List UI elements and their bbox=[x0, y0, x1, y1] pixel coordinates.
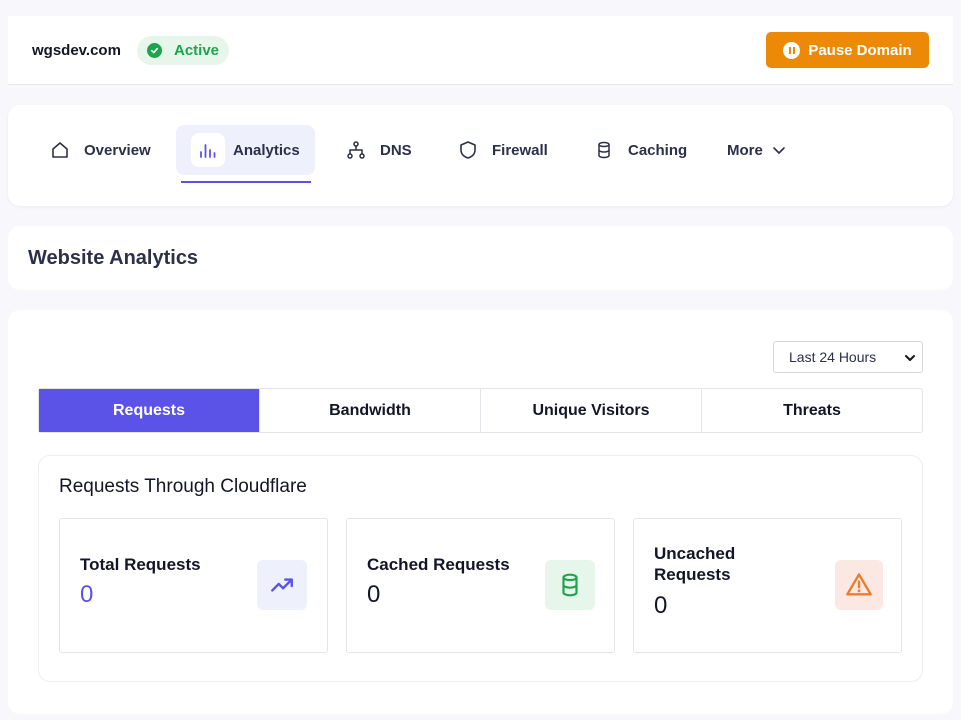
cached-requests-label: Cached Requests bbox=[367, 555, 510, 574]
page-title-card: Website Analytics bbox=[8, 226, 953, 290]
cached-requests-card: Cached Requests 0 bbox=[346, 518, 615, 653]
bar-chart-icon bbox=[200, 144, 216, 158]
status-badge: Active bbox=[137, 36, 229, 65]
tab-bandwidth[interactable]: Bandwidth bbox=[260, 389, 481, 432]
shield-icon bbox=[460, 141, 476, 159]
tab-requests[interactable]: Requests bbox=[39, 389, 260, 432]
tab-analytics-label: Analytics bbox=[233, 141, 300, 159]
tab-threats[interactable]: Threats bbox=[702, 389, 922, 432]
pause-icon bbox=[783, 41, 801, 59]
tab-overview-label: Overview bbox=[84, 141, 151, 159]
metric-tabs: Requests Bandwidth Unique Visitors Threa… bbox=[38, 388, 923, 433]
tab-firewall[interactable]: Firewall bbox=[458, 125, 548, 175]
tab-overview[interactable]: Overview bbox=[50, 125, 151, 175]
tab-caching-label: Caching bbox=[628, 141, 688, 159]
tab-firewall-label: Firewall bbox=[492, 141, 548, 159]
warning-icon bbox=[835, 560, 883, 610]
time-range-value: Last 24 Hours bbox=[789, 349, 877, 365]
chevron-down-icon bbox=[905, 355, 915, 361]
database-icon bbox=[598, 141, 610, 159]
chevron-down-icon bbox=[773, 147, 785, 154]
domain-name: wgsdev.com bbox=[32, 42, 121, 59]
tab-dns-label: DNS bbox=[380, 141, 412, 159]
check-circle-icon bbox=[147, 43, 162, 58]
uncached-requests-card: Uncached Requests 0 bbox=[633, 518, 902, 653]
requests-stats: Requests Through Cloudflare Total Reques… bbox=[38, 455, 923, 682]
stats-heading: Requests Through Cloudflare bbox=[59, 476, 307, 497]
tab-dns[interactable]: DNS bbox=[346, 125, 412, 175]
trending-up-icon bbox=[257, 560, 307, 610]
time-range-select[interactable]: Last 24 Hours bbox=[773, 341, 923, 373]
tab-more[interactable]: More bbox=[727, 125, 801, 175]
status-label: Active bbox=[174, 42, 220, 59]
analytics-panel: Last 24 Hours Requests Bandwidth Unique … bbox=[8, 310, 953, 714]
tab-analytics[interactable]: Analytics bbox=[176, 125, 315, 175]
uncached-requests-label: Uncached Requests bbox=[654, 544, 736, 584]
total-requests-label: Total Requests bbox=[80, 555, 201, 574]
tab-unique-visitors[interactable]: Unique Visitors bbox=[481, 389, 702, 432]
home-icon bbox=[52, 142, 68, 158]
total-requests-card: Total Requests 0 bbox=[59, 518, 328, 653]
cached-requests-value: 0 bbox=[367, 581, 381, 608]
total-requests-value: 0 bbox=[80, 581, 94, 608]
domain-nav: Overview Analytics DNS Firewall Caching … bbox=[8, 105, 953, 206]
pause-domain-label: Pause Domain bbox=[808, 41, 912, 59]
uncached-requests-value: 0 bbox=[654, 592, 668, 619]
page-title: Website Analytics bbox=[28, 247, 199, 269]
domain-header: wgsdev.com Active Pause Domain bbox=[8, 16, 953, 85]
pause-domain-button[interactable]: Pause Domain bbox=[766, 32, 929, 68]
tab-more-label: More bbox=[727, 141, 763, 159]
tab-caching[interactable]: Caching bbox=[594, 125, 687, 175]
network-icon bbox=[347, 141, 365, 159]
active-tab-indicator bbox=[181, 181, 311, 183]
database-icon bbox=[545, 560, 595, 610]
